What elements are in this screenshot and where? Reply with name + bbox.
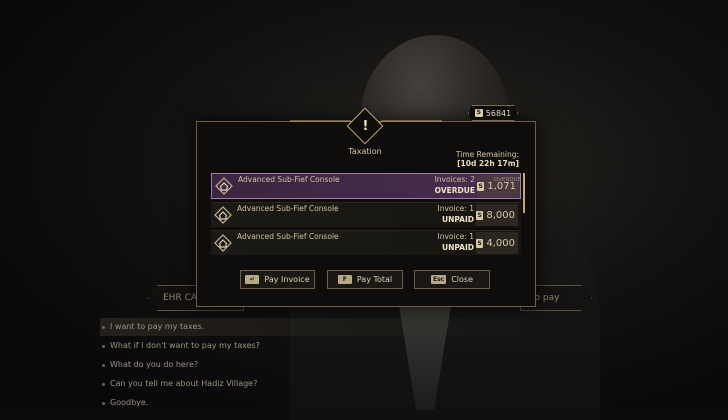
warning-icon: ! xyxy=(362,119,369,134)
modal-actions: ↵ Pay Invoice F Pay Total Esc Close xyxy=(240,270,500,290)
coin-icon: S xyxy=(476,238,484,248)
invoice-name: Advanced Sub-Fief Console xyxy=(237,204,339,213)
dialogue-option-pay-taxes[interactable]: I want to pay my taxes. xyxy=(100,318,530,336)
invoice-amount: S 8,000 xyxy=(476,204,518,226)
close-button[interactable]: Esc Close xyxy=(414,270,490,289)
pay-invoice-label: Pay Invoice xyxy=(264,275,310,284)
invoice-status: UNPAID xyxy=(442,243,474,252)
currency-amount: 56841 xyxy=(485,108,512,118)
invoice-count: Invoice: 1 xyxy=(437,204,475,213)
enter-key-icon: ↵ xyxy=(245,275,260,284)
invoice-row[interactable]: Advanced Sub-Fief Console Invoices: 2 OV… xyxy=(211,173,521,199)
invoice-row[interactable]: Advanced Sub-Fief Console Invoice: 1 UNP… xyxy=(211,230,521,255)
pay-total-button[interactable]: F Pay Total xyxy=(327,270,403,289)
f-key-icon: F xyxy=(337,275,352,284)
dialogue-options: I want to pay my taxes. What if I don't … xyxy=(100,318,530,413)
invoice-row[interactable]: Advanced Sub-Fief Console Invoice: 1 UNP… xyxy=(211,202,521,227)
coin-icon: S xyxy=(477,181,485,191)
invoice-status: UNPAID xyxy=(442,215,474,224)
invoice-amount-value: 4,000 xyxy=(486,237,515,249)
time-remaining-value: [10d 22h 17m] xyxy=(457,159,519,168)
close-label: Close xyxy=(451,275,474,284)
esc-key-icon: Esc xyxy=(430,275,447,284)
invoice-count: Invoices: 2 xyxy=(434,175,475,184)
coin-icon: S xyxy=(476,210,484,220)
invoice-list: Advanced Sub-Fief Console Invoices: 2 OV… xyxy=(211,173,521,258)
invoice-name: Advanced Sub-Fief Console xyxy=(238,175,340,184)
pay-total-label: Pay Total xyxy=(356,275,393,284)
invoice-count: Invoice: 1 xyxy=(437,232,475,241)
overdue-note: OVERDUE xyxy=(494,177,522,183)
time-remaining-label: Time Remaining: xyxy=(455,150,519,159)
dialogue-option-goodbye[interactable]: Goodbye. xyxy=(100,394,530,412)
invoice-amount-value: 8,000 xyxy=(486,209,515,221)
invoice-name: Advanced Sub-Fief Console xyxy=(237,232,339,241)
invoice-amount: S 4,000 xyxy=(476,232,518,254)
dialogue-option-hadiz-village[interactable]: Can you tell me about Hadiz Village? xyxy=(100,375,530,393)
dialogue-option-what-do-you-do[interactable]: What do you do here? xyxy=(100,356,530,374)
fief-console-icon xyxy=(214,206,232,224)
dialogue-option-refuse-taxes[interactable]: What if I don't want to pay my taxes? xyxy=(100,337,530,355)
modal-title: Taxation xyxy=(348,147,382,156)
invoice-status: OVERDUE xyxy=(434,186,475,195)
pay-invoice-button[interactable]: ↵ Pay Invoice xyxy=(240,270,315,289)
currency-balance: S 56841 xyxy=(468,105,518,121)
invoice-list-scrollbar[interactable] xyxy=(523,173,525,213)
fief-console-icon xyxy=(215,177,233,195)
coin-icon: S xyxy=(474,109,483,117)
fief-console-icon xyxy=(214,234,232,252)
